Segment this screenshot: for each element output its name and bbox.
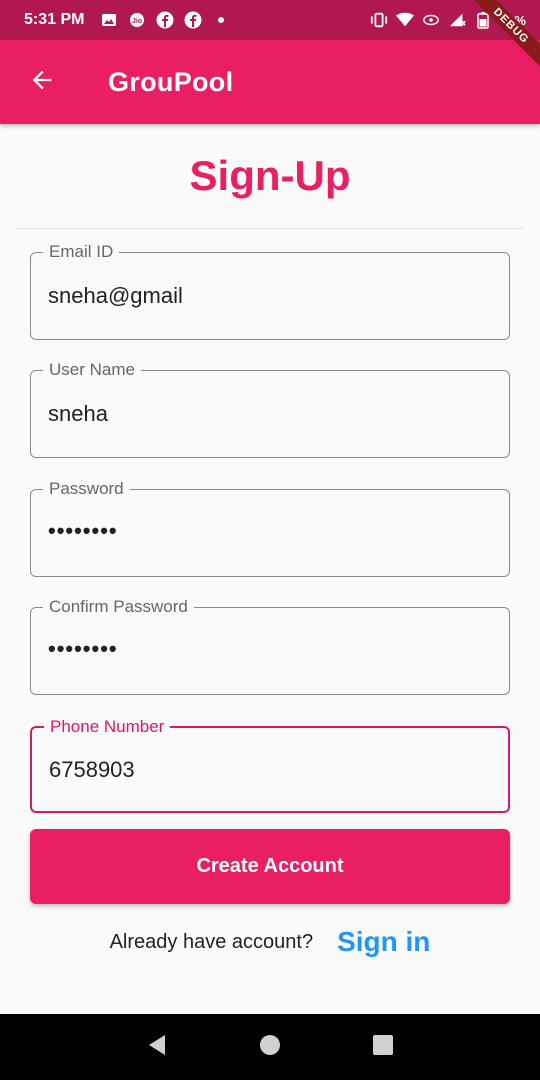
status-right-icons: 60% <box>370 11 526 29</box>
facebook-icon <box>184 11 202 29</box>
wifi-icon <box>395 11 414 29</box>
nav-recents-button[interactable] <box>363 1027 403 1067</box>
email-label: Email ID <box>43 242 120 262</box>
back-button[interactable] <box>14 54 70 110</box>
facebook-icon <box>156 11 174 29</box>
divider <box>16 228 524 229</box>
password-field[interactable]: Password •••••••• <box>30 479 510 577</box>
gallery-icon <box>100 11 118 29</box>
username-value: sneha <box>48 401 108 426</box>
battery-icon <box>474 11 492 29</box>
confirm-password-value: •••••••• <box>48 636 118 661</box>
signin-row: Already have account? Sign in <box>0 920 540 964</box>
signal-icon <box>448 11 466 29</box>
email-value: sneha@gmail <box>48 283 183 308</box>
confirm-password-label: Confirm Password <box>43 597 194 617</box>
signin-link[interactable]: Sign in <box>337 926 430 958</box>
arrow-back-icon <box>28 66 56 99</box>
recents-square-icon <box>371 1033 395 1062</box>
phone-number-value: 6758903 <box>49 757 135 782</box>
system-nav-bar <box>0 1014 540 1080</box>
app-bar: GrouPool <box>0 40 540 124</box>
back-triangle-icon <box>145 1033 169 1062</box>
dot-icon <box>212 11 230 29</box>
status-time: 5:31 PM <box>24 11 85 28</box>
status-bar: 5:31 PM Jio 60% <box>0 0 540 40</box>
vibrate-icon <box>370 11 388 29</box>
username-field[interactable]: User Name sneha <box>30 360 510 458</box>
page-title: Sign-Up <box>189 152 351 199</box>
status-left-icons: Jio <box>100 11 230 29</box>
email-field[interactable]: Email ID sneha@gmail <box>30 242 510 340</box>
username-label: User Name <box>43 360 141 380</box>
app-title: GrouPool <box>108 66 234 97</box>
nav-back-button[interactable] <box>137 1027 177 1067</box>
battery-percent: 60% <box>499 12 526 28</box>
password-label: Password <box>43 479 130 499</box>
home-circle-icon <box>258 1033 282 1062</box>
phone-number-label: Phone Number <box>44 717 171 737</box>
confirm-password-field[interactable]: Confirm Password •••••••• <box>30 597 510 695</box>
nav-home-button[interactable] <box>250 1027 290 1067</box>
password-value: •••••••• <box>48 518 118 543</box>
signin-prompt: Already have account? <box>109 930 314 953</box>
svg-text:Jio: Jio <box>132 18 142 25</box>
phone-number-field[interactable]: Phone Number 6758903 <box>30 717 510 813</box>
create-account-button[interactable]: Create Account <box>30 829 510 904</box>
jio-icon: Jio <box>128 11 146 29</box>
hotspot-icon <box>422 11 440 29</box>
